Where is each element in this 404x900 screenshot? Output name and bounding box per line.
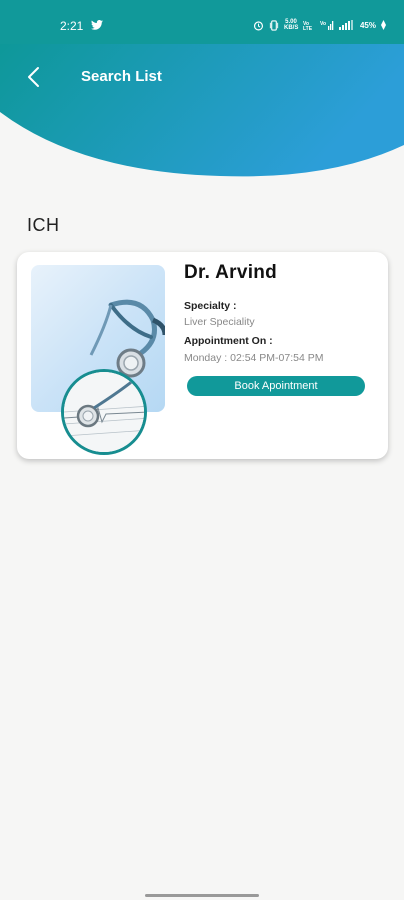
vibrate-icon [269,19,279,31]
stethoscope-chart-icon [64,372,144,452]
status-bar: 2:21 5.00 KB/S Vo LTE Vo 45% [0,0,404,44]
doctor-info: Dr. Arvind Specialty : Liver Speciality … [184,262,374,396]
alarm-icon [253,20,264,30]
specialty-label: Specialty : [184,300,237,312]
battery-text: 45% [359,20,376,30]
page-title: Search List [81,68,162,85]
battery-icon [381,20,386,30]
status-time: 2:21 [60,19,84,33]
appointment-label: Appointment On : [184,335,273,347]
twitter-icon [91,20,103,30]
specialty-value: Liver Speciality [184,316,255,328]
svg-text:Vo: Vo [320,21,326,27]
doctor-name: Dr. Arvind [184,262,278,283]
svg-text:LTE: LTE [303,26,313,30]
network-speed: 5.00 KB/S [283,19,299,31]
section-title: ICH [27,215,60,235]
signal-icon [338,20,353,30]
doctor-card[interactable]: Dr. Arvind Specialty : Liver Speciality … [17,252,388,459]
book-appointment-button[interactable]: Book Apointment [187,376,365,396]
photo-inset [61,369,147,455]
volte-icon: VoLTE [303,21,313,30]
home-indicator[interactable] [145,894,259,897]
back-button[interactable] [22,64,46,90]
status-icons: 5.00 KB/S Vo LTE Vo 45% [253,19,386,31]
appointment-value: Monday : 02:54 PM-07:54 PM [184,352,324,364]
wifi-signal-icon: Vo [320,21,334,30]
